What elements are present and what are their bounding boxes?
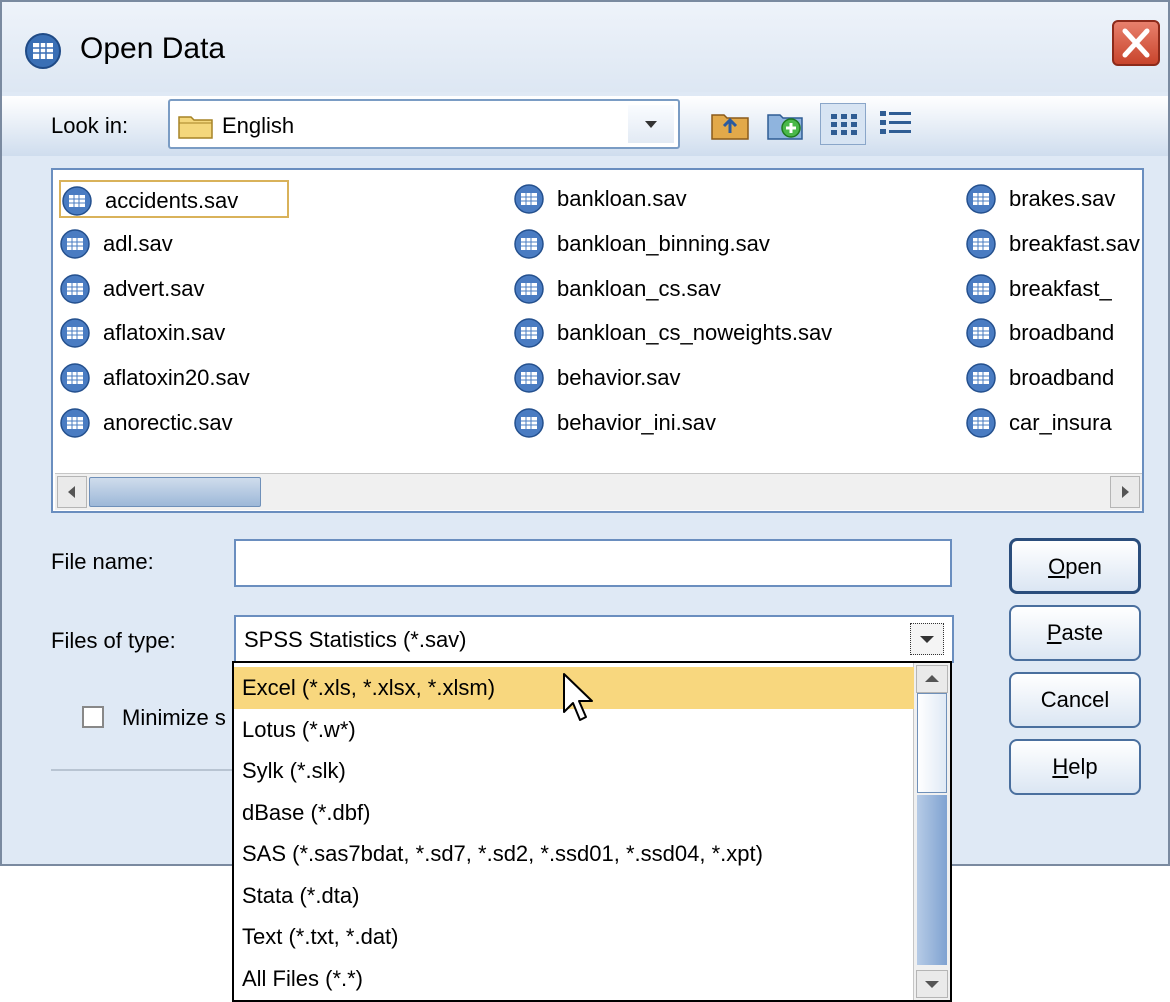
file-name: adl.sav	[103, 231, 173, 256]
file-type-option-label: SAS (*.sas7bdat, *.sd7, *.sd2, *.ssd01, …	[242, 841, 763, 866]
sav-file-icon	[966, 408, 996, 438]
file-name: broadband	[1009, 365, 1115, 390]
chevron-right-icon	[1122, 486, 1129, 498]
file-type-option[interactable]: dBase (*.dbf)	[234, 792, 914, 834]
help-button-label: Help	[1052, 754, 1098, 779]
file-name: behavior.sav	[557, 365, 681, 390]
file-name-input[interactable]	[234, 539, 952, 587]
look-in-value: English	[222, 113, 295, 138]
list-view-icon[interactable]	[820, 103, 866, 145]
file-name-label: File name:	[51, 549, 154, 574]
sav-file-icon	[514, 229, 544, 259]
sav-file-icon	[514, 408, 544, 438]
file-name: brakes.sav	[1009, 186, 1116, 211]
file-name: bankloan_binning.sav	[557, 231, 770, 256]
sav-file-icon	[60, 274, 90, 304]
file-name: breakfast_	[1009, 276, 1112, 301]
open-button-label: Open	[1048, 554, 1102, 579]
file-name: car_insura	[1009, 410, 1112, 435]
files-of-type-label: Files of type:	[51, 628, 176, 653]
horizontal-scrollbar[interactable]	[55, 473, 1142, 510]
paste-button[interactable]: Paste	[1009, 605, 1141, 661]
open-button[interactable]: Open	[1009, 538, 1141, 594]
file-type-option-label: Sylk (*.slk)	[242, 758, 346, 783]
sav-file-icon	[60, 363, 90, 393]
file-name: behavior_ini.sav	[557, 410, 716, 435]
file-name: breakfast.sav	[1009, 231, 1140, 256]
file-name: anorectic.sav	[103, 410, 233, 435]
chevron-up-icon	[925, 675, 939, 682]
paste-button-label: Paste	[1046, 620, 1104, 645]
look-in-combo[interactable]: English	[168, 99, 680, 149]
vertical-scrollbar[interactable]	[913, 663, 950, 1000]
sav-file-icon	[514, 363, 544, 393]
horizontal-scroll-thumb[interactable]	[89, 477, 261, 507]
app-icon	[25, 33, 61, 69]
scroll-right-button[interactable]	[1110, 476, 1140, 508]
sav-file-icon	[60, 408, 90, 438]
file-type-option-label: dBase (*.dbf)	[242, 799, 371, 825]
look-in-dropdown-button[interactable]	[628, 105, 674, 143]
scroll-down-button[interactable]	[916, 970, 948, 998]
file-type-option-label: Text (*.txt, *.dat)	[242, 924, 399, 949]
file-type-option[interactable]: Text (*.txt, *.dat)	[234, 916, 914, 958]
file-list-pane[interactable]: accidents.sav adl.sav advert.sav aflatoxin.…	[51, 168, 1144, 513]
file-name: broadband	[1009, 320, 1115, 345]
sav-file-icon	[60, 229, 90, 259]
file-item[interactable]: accidents.sav	[59, 180, 289, 218]
files-of-type-dropdown-button[interactable]	[910, 623, 944, 655]
dialog-title: Open Data	[80, 32, 226, 65]
title-bar[interactable]: Open Data	[2, 2, 1168, 92]
file-name: aflatoxin.sav	[103, 320, 226, 345]
sav-file-icon	[966, 274, 996, 304]
scroll-left-button[interactable]	[57, 476, 87, 508]
file-name: bankloan_cs.sav	[557, 276, 721, 301]
up-folder-icon[interactable]	[708, 103, 752, 143]
file-name: bankloan_cs_noweights.sav	[557, 320, 833, 345]
separator	[51, 769, 251, 771]
file-type-option[interactable]: Sylk (*.slk)	[234, 750, 914, 792]
new-folder-icon[interactable]	[764, 103, 808, 143]
file-type-option-label: All Files (*.*)	[242, 965, 364, 991]
details-view-icon[interactable]	[874, 103, 918, 143]
cancel-button-label: Cancel	[1040, 687, 1110, 712]
close-icon	[1122, 28, 1150, 58]
file-type-option-label: Lotus (*.w*)	[242, 716, 356, 742]
look-in-label: Look in:	[51, 113, 129, 138]
chevron-down-icon	[925, 981, 939, 988]
sav-file-icon	[514, 318, 544, 348]
minimize-label: Minimize s	[122, 705, 226, 730]
vertical-scroll-track	[917, 795, 947, 965]
files-of-type-combo[interactable]: SPSS Statistics (*.sav)	[234, 615, 954, 663]
sav-file-icon	[62, 186, 92, 216]
sav-file-icon	[966, 363, 996, 393]
file-name: bankloan.sav	[557, 186, 687, 211]
file-type-option-label: Stata (*.dta)	[242, 882, 360, 908]
files-of-type-value: SPSS Statistics (*.sav)	[244, 627, 467, 652]
mouse-pointer-icon	[563, 673, 593, 721]
cancel-button[interactable]: Cancel	[1009, 672, 1141, 728]
scroll-up-button[interactable]	[916, 665, 948, 693]
close-button[interactable]	[1112, 20, 1160, 66]
file-name: aflatoxin20.sav	[103, 365, 250, 390]
file-name: accidents.sav	[105, 188, 239, 213]
chevron-left-icon	[68, 486, 75, 498]
minimize-checkbox[interactable]	[82, 706, 104, 728]
sav-file-icon	[966, 184, 996, 214]
sav-file-icon	[514, 274, 544, 304]
file-type-option[interactable]: All Files (*.*)	[234, 958, 914, 1000]
chevron-down-icon	[920, 636, 934, 643]
sav-file-icon	[966, 229, 996, 259]
sav-file-icon	[966, 318, 996, 348]
folder-icon	[178, 116, 213, 139]
help-button[interactable]: Help	[1009, 739, 1141, 795]
file-type-option[interactable]: Stata (*.dta)	[234, 875, 914, 917]
sav-file-icon	[60, 318, 90, 348]
file-name: advert.sav	[103, 276, 205, 301]
vertical-scroll-thumb[interactable]	[917, 693, 947, 793]
file-type-option-label: Excel (*.xls, *.xlsx, *.xlsm)	[242, 675, 496, 700]
file-type-option[interactable]: SAS (*.sas7bdat, *.sd7, *.sd2, *.ssd01, …	[234, 833, 914, 875]
sav-file-icon	[514, 184, 544, 214]
chevron-down-icon	[645, 121, 657, 128]
